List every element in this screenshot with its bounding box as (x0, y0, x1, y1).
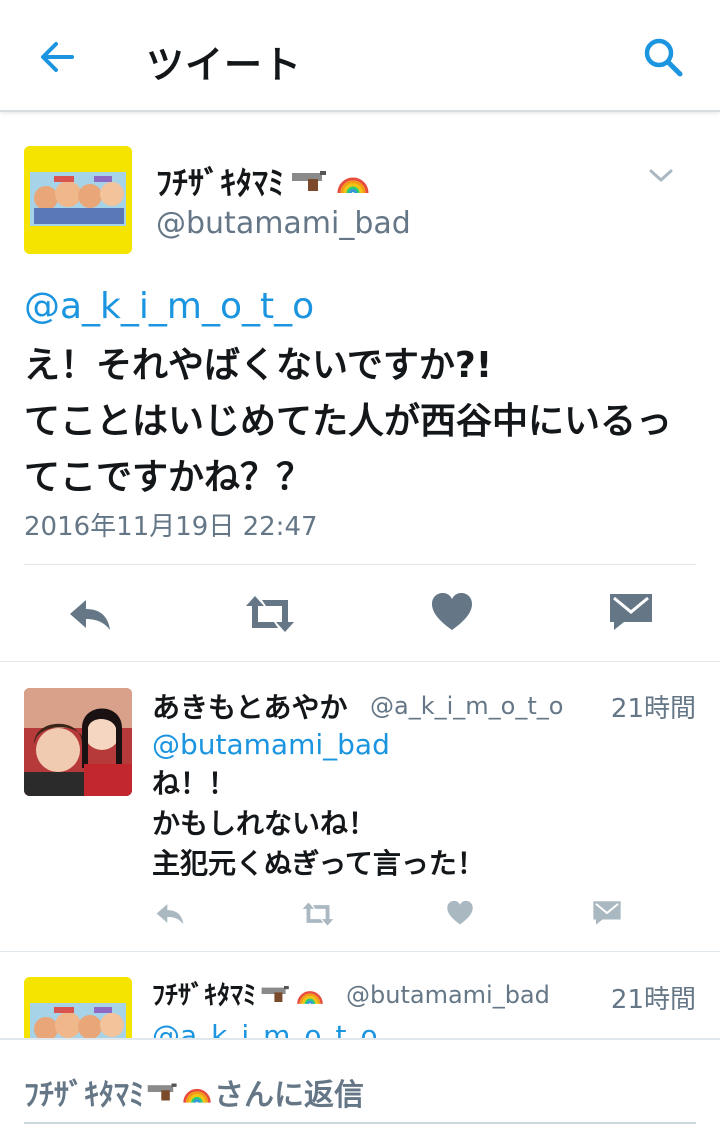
reply-button[interactable] (154, 900, 186, 931)
tweet-text: え！それやばくないですか?! てことはいじめてた人が西谷中にいるってこですかね？… (24, 345, 673, 498)
avatar-image (24, 977, 132, 1043)
search-icon (644, 38, 683, 77)
tweet-text: ね！！ かもしれないね！ 主犯元くぬぎって言った！ (152, 767, 485, 880)
mention-link[interactable]: @a_k_i_m_o_t_o (24, 286, 314, 327)
direct-message-icon (593, 901, 621, 925)
avatar[interactable] (24, 977, 132, 1043)
rainbow-emoji (297, 990, 323, 1004)
rainbow-emoji (183, 1088, 211, 1103)
pistol-emoji (261, 985, 289, 1002)
reply-icon (70, 600, 110, 630)
back-arrow-icon (41, 42, 74, 72)
display-name[interactable]: ﾌﾁｻﾞｷﾀﾏﾐ (152, 975, 324, 1012)
retweet-button[interactable] (300, 900, 336, 932)
app-header: ツイート (0, 0, 720, 112)
composer-suffix: さんに返信 (214, 1078, 364, 1113)
avatar-image (24, 688, 132, 796)
retweet-icon (302, 902, 334, 926)
avatar-image (24, 146, 132, 254)
pistol-emoji (292, 171, 327, 191)
heart-icon (447, 900, 473, 925)
mention-link[interactable]: @butamami_bad (152, 728, 390, 761)
like-button[interactable] (430, 592, 474, 636)
retweet-button[interactable] (242, 592, 298, 640)
tweet-actions (0, 584, 720, 644)
user-handle[interactable]: @butamami_bad (346, 981, 550, 1009)
main-tweet: ﾌﾁｻﾞｷﾀﾏﾐ @butamami_bad @a_k_i_m_o_t_o え！… (0, 114, 720, 662)
display-name[interactable]: ﾌﾁｻﾞｷﾀﾏﾐ (156, 158, 370, 204)
display-name-text: ﾌﾁｻﾞｷﾀﾏﾐ (156, 164, 285, 202)
direct-message-button[interactable] (608, 592, 654, 636)
third-tweet[interactable]: ﾌﾁｻﾞｷﾀﾏﾐ @butamami_bad 21時間 @a_k_i_m_o_t… (0, 953, 720, 1043)
heart-icon (432, 593, 472, 630)
reply-composer-placeholder[interactable]: ﾌﾁｻﾞｷﾀﾏﾐ さんに返信 (24, 1070, 364, 1114)
direct-message-button[interactable] (592, 900, 622, 930)
direct-message-icon (610, 594, 652, 630)
search-button[interactable] (636, 30, 690, 84)
chevron-down-icon (649, 169, 673, 182)
composer-name: ﾌﾁｻﾞｷﾀﾏﾐ (24, 1078, 144, 1113)
pistol-emoji (147, 1083, 177, 1101)
avatar[interactable] (24, 146, 132, 254)
divider (24, 564, 696, 565)
tweet-options-button[interactable] (646, 162, 676, 188)
tweet-time: 21時間 (610, 694, 696, 724)
reply-tweet[interactable]: あきもとあやか @a_k_i_m_o_t_o 21時間 @butamami_ba… (0, 662, 720, 952)
tweet-time: 21時間 (610, 985, 696, 1015)
tweet-actions (0, 894, 720, 938)
tweet-timestamp: 2016年11月19日 22:47 (24, 512, 318, 542)
composer-underline (24, 1122, 696, 1124)
rainbow-emoji (337, 177, 369, 194)
user-handle[interactable]: @a_k_i_m_o_t_o (370, 692, 563, 720)
back-button[interactable] (30, 30, 84, 84)
reply-composer[interactable]: ﾌﾁｻﾞｷﾀﾏﾐ さんに返信 (0, 1038, 720, 1134)
user-handle[interactable]: @butamami_bad (156, 206, 411, 241)
avatar[interactable] (24, 688, 132, 796)
retweet-icon (246, 596, 294, 632)
display-name-text: ﾌﾁｻﾞｷﾀﾏﾐ (152, 981, 257, 1011)
display-name[interactable]: あきもとあやか (152, 686, 347, 726)
like-button[interactable] (446, 900, 474, 930)
reply-button[interactable] (66, 594, 114, 638)
page-title: ツイート (146, 43, 303, 87)
reply-icon (156, 904, 184, 925)
